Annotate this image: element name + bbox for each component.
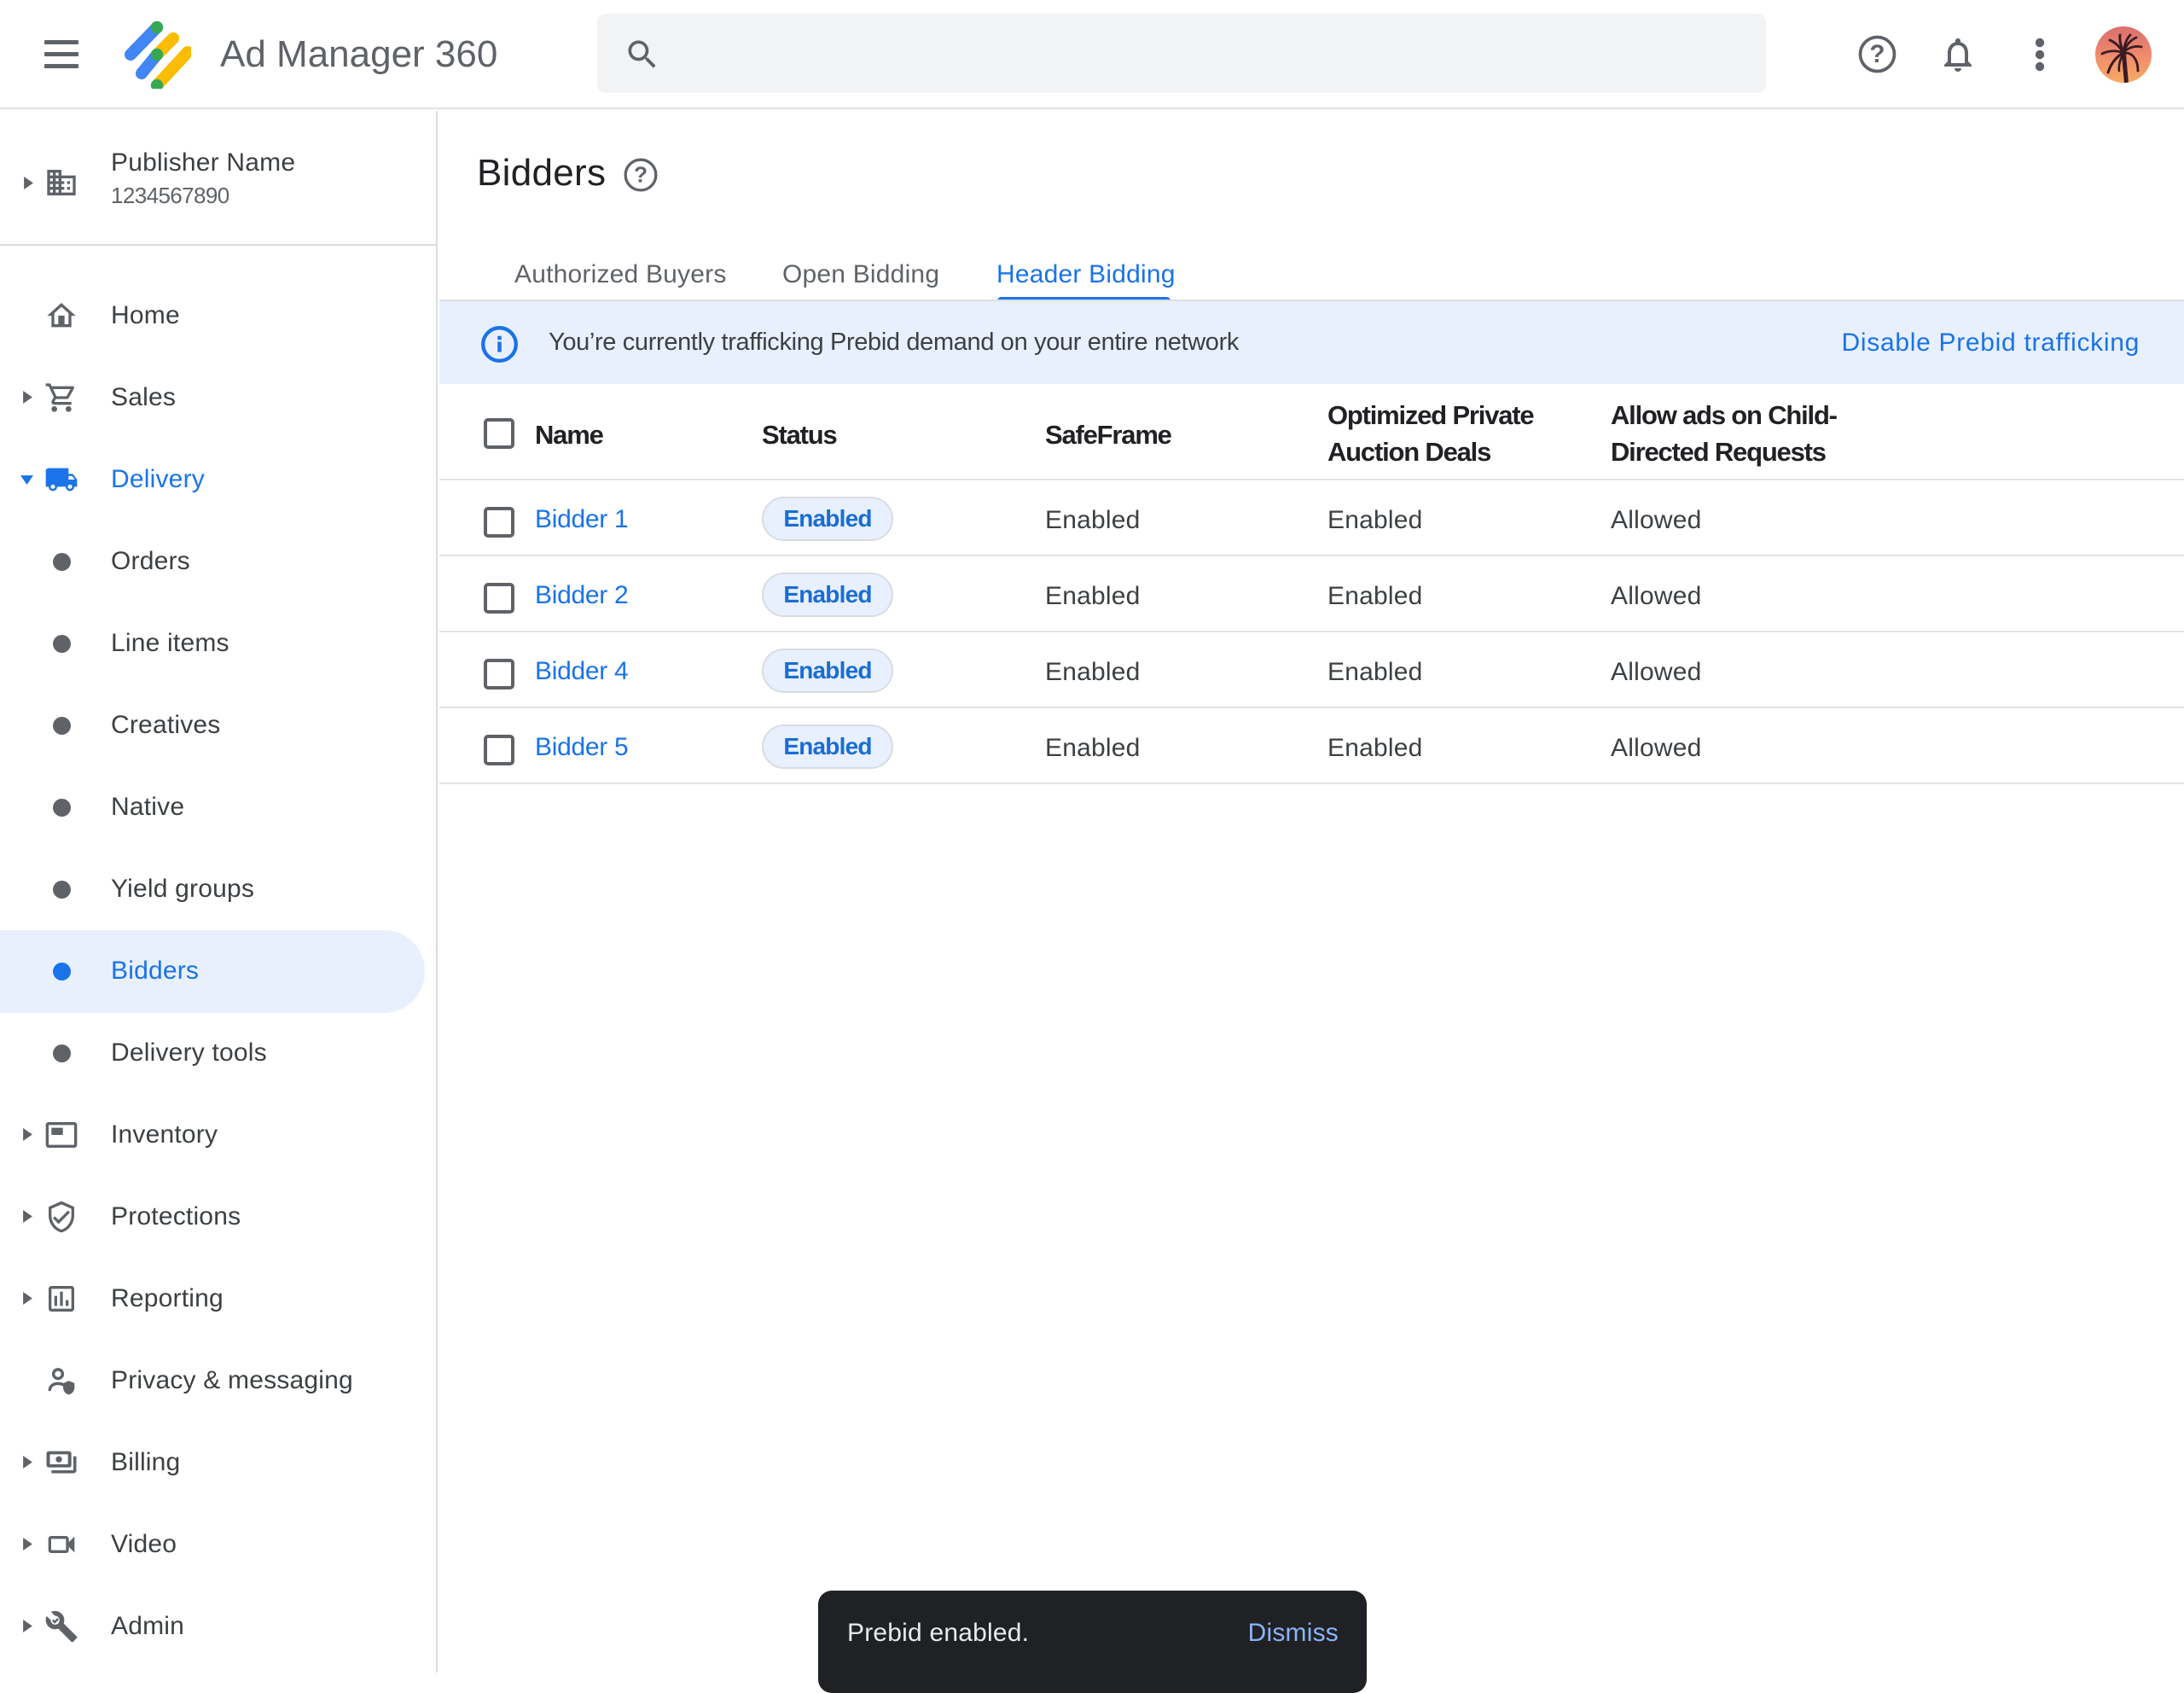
svg-text:?: ? [634, 161, 648, 187]
svg-text:?: ? [1870, 40, 1885, 68]
